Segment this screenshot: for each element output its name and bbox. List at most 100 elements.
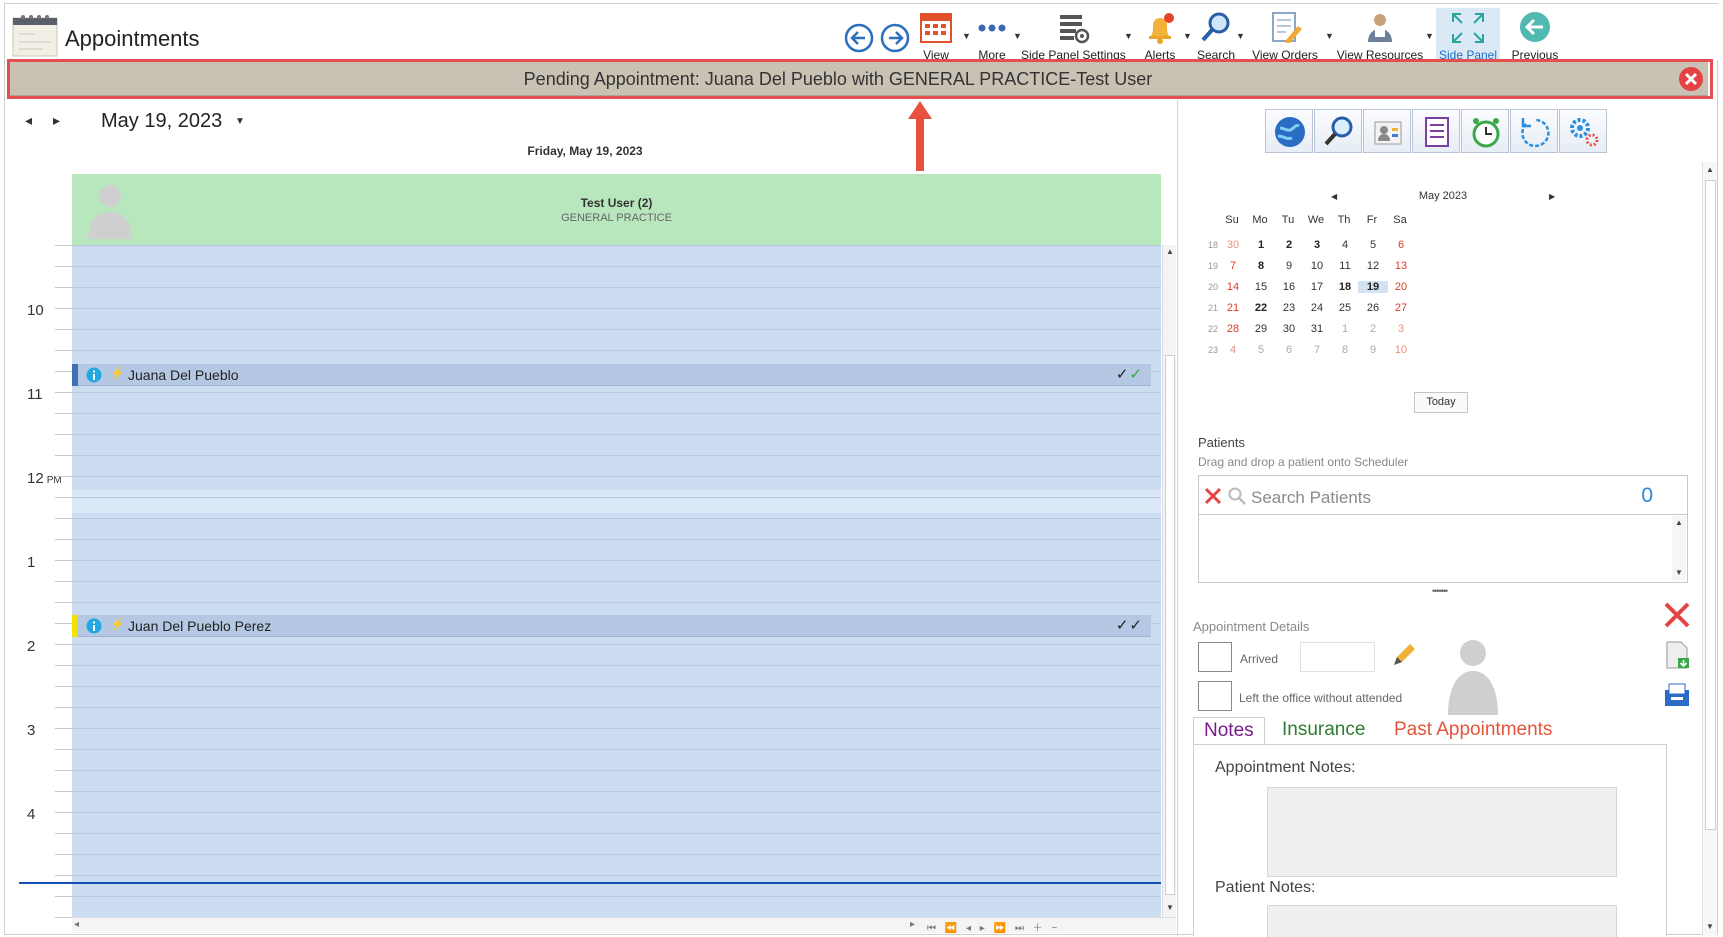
- calendar-day[interactable]: 31: [1302, 323, 1332, 335]
- view-resources-dropdown-icon[interactable]: ▼: [1425, 31, 1434, 41]
- calendar-day[interactable]: 8: [1330, 344, 1360, 356]
- calendar-day[interactable]: 4: [1330, 239, 1360, 251]
- today-button[interactable]: Today: [1414, 392, 1468, 413]
- calendar-day[interactable]: 13: [1386, 260, 1416, 272]
- patient-search-input[interactable]: Search Patients: [1251, 488, 1371, 508]
- calendar-day[interactable]: 3: [1302, 239, 1332, 251]
- calendar-day[interactable]: 30: [1274, 323, 1304, 335]
- settings-tool-button[interactable]: [1559, 109, 1607, 153]
- calendar-next-month-icon[interactable]: ▶: [1549, 192, 1555, 201]
- arrived-checkbox[interactable]: [1198, 642, 1232, 672]
- inbox-tray-icon[interactable]: [1662, 680, 1692, 710]
- calendar-day[interactable]: 16: [1274, 281, 1304, 293]
- calendar-day[interactable]: 26: [1358, 302, 1388, 314]
- calendar-day[interactable]: 17: [1302, 281, 1332, 293]
- scroll-thumb[interactable]: [1705, 180, 1716, 830]
- view-orders-dropdown-icon[interactable]: ▼: [1325, 31, 1334, 41]
- toolbar-view-orders-button[interactable]: View Orders: [1245, 8, 1325, 62]
- calendar-day[interactable]: 9: [1358, 344, 1388, 356]
- tab-insurance[interactable]: Insurance: [1272, 717, 1375, 745]
- toolbar-more-button[interactable]: More: [967, 8, 1017, 62]
- calendar-day[interactable]: 24: [1302, 302, 1332, 314]
- calendar-day[interactable]: 14: [1218, 281, 1248, 293]
- appointment-notes-field[interactable]: [1267, 787, 1617, 877]
- toolbar-previous-button[interactable]: Previous: [1505, 8, 1565, 62]
- calendar-day[interactable]: 18: [1330, 281, 1360, 293]
- patient-search-box[interactable]: Search Patients 0: [1198, 475, 1688, 515]
- toolbar-view-button[interactable]: View: [911, 8, 961, 62]
- scroll-down-icon[interactable]: ▼: [1675, 568, 1683, 577]
- date-picker-dropdown-icon[interactable]: ▼: [235, 116, 245, 127]
- calendar-day[interactable]: 10: [1386, 344, 1416, 356]
- appointment-juan-del-pueblo-perez[interactable]: ⚡ Juan Del Pueblo Perez ✓✓: [72, 615, 1151, 637]
- calendar-day[interactable]: 30: [1218, 239, 1248, 251]
- contact-card-tool-button[interactable]: [1363, 109, 1411, 153]
- calendar-day[interactable]: 15: [1246, 281, 1276, 293]
- scroll-down-icon[interactable]: ▼: [1706, 922, 1714, 931]
- calendar-day[interactable]: 7: [1302, 344, 1332, 356]
- globe-tool-button[interactable]: [1265, 109, 1313, 153]
- clear-search-icon[interactable]: [1203, 486, 1223, 506]
- toolbar-side-panel-button[interactable]: Side Panel: [1436, 8, 1500, 62]
- calendar-day[interactable]: 20: [1386, 281, 1416, 293]
- calendar-day[interactable]: 10: [1302, 260, 1332, 272]
- calendar-day[interactable]: 4: [1218, 344, 1248, 356]
- arrived-time-field[interactable]: [1300, 642, 1375, 672]
- scroll-down-icon[interactable]: ▼: [1166, 903, 1174, 912]
- calendar-day[interactable]: 1: [1330, 323, 1360, 335]
- calendar-day[interactable]: 5: [1358, 239, 1388, 251]
- tab-past-appointments[interactable]: Past Appointments: [1384, 717, 1562, 745]
- appointment-juana-del-pueblo[interactable]: ⚡ Juana Del Pueblo ✓✓: [72, 364, 1151, 386]
- export-document-icon[interactable]: [1662, 640, 1692, 670]
- calendar-day[interactable]: 29: [1246, 323, 1276, 335]
- calendar-day[interactable]: 27: [1386, 302, 1416, 314]
- resize-grip-icon[interactable]: •••••••: [1432, 586, 1448, 596]
- scroll-up-icon[interactable]: ▲: [1675, 518, 1683, 527]
- delete-appointment-icon[interactable]: [1662, 600, 1692, 630]
- calendar-day[interactable]: 11: [1330, 260, 1360, 272]
- date-next-icon[interactable]: ▸: [53, 112, 60, 129]
- calendar-day[interactable]: 8: [1246, 260, 1276, 272]
- calendar-day[interactable]: 3: [1386, 323, 1416, 335]
- day-grid[interactable]: [72, 245, 1161, 918]
- scroll-up-icon[interactable]: ▲: [1706, 165, 1714, 174]
- scroll-right-icon[interactable]: ▸: [910, 919, 918, 930]
- scroll-left-icon[interactable]: ◂: [74, 919, 82, 930]
- scheduler-horizontal-scrollbar[interactable]: ◂ ▸ ⏮ ⏪ ◂ ▸ ⏩ ⏭ ＋ −: [72, 917, 1176, 934]
- tab-notes[interactable]: Notes: [1193, 717, 1265, 745]
- toolbar-search-button[interactable]: Search: [1191, 8, 1241, 62]
- calendar-day[interactable]: 21: [1218, 302, 1248, 314]
- search-dropdown-icon[interactable]: ▼: [1236, 31, 1245, 41]
- toolbar-view-resources-button[interactable]: View Resources: [1335, 8, 1425, 62]
- scroll-up-icon[interactable]: ▲: [1166, 247, 1174, 256]
- current-date[interactable]: May 19, 2023: [101, 110, 222, 133]
- nav-forward-icon[interactable]: [879, 22, 911, 54]
- calendar-day[interactable]: 5: [1246, 344, 1276, 356]
- calendar-day[interactable]: 6: [1274, 344, 1304, 356]
- toolbar-alerts-button[interactable]: Alerts: [1135, 8, 1185, 62]
- nav-back-icon[interactable]: [843, 22, 875, 54]
- patient-notes-field[interactable]: [1267, 905, 1617, 937]
- calendar-day[interactable]: 23: [1274, 302, 1304, 314]
- checklist-tool-button[interactable]: [1412, 109, 1460, 153]
- calendar-day[interactable]: 2: [1358, 323, 1388, 335]
- calendar-day[interactable]: 9: [1274, 260, 1304, 272]
- info-icon[interactable]: [86, 618, 102, 634]
- calendar-day[interactable]: 19: [1358, 281, 1388, 293]
- patient-results-list[interactable]: ▲ ▼: [1198, 515, 1688, 583]
- scroll-thumb[interactable]: [1165, 355, 1175, 895]
- calendar-day[interactable]: 12: [1358, 260, 1388, 272]
- calendar-day[interactable]: 22: [1246, 302, 1276, 314]
- calendar-day[interactable]: 6: [1386, 239, 1416, 251]
- calendar-day[interactable]: 28: [1218, 323, 1248, 335]
- calendar-day[interactable]: 25: [1330, 302, 1360, 314]
- search-tool-button[interactable]: [1314, 109, 1362, 153]
- side-panel-settings-dropdown-icon[interactable]: ▼: [1124, 31, 1133, 41]
- info-icon[interactable]: [86, 367, 102, 383]
- refresh-tool-button[interactable]: [1510, 109, 1558, 153]
- pencil-icon[interactable]: [1388, 641, 1418, 671]
- date-prev-icon[interactable]: ◂: [25, 112, 32, 129]
- navigation-controls[interactable]: ⏮ ⏪ ◂ ▸ ⏩ ⏭ ＋ −: [927, 919, 1060, 934]
- calendar-day[interactable]: 1: [1246, 239, 1276, 251]
- calendar-day[interactable]: 7: [1218, 260, 1248, 272]
